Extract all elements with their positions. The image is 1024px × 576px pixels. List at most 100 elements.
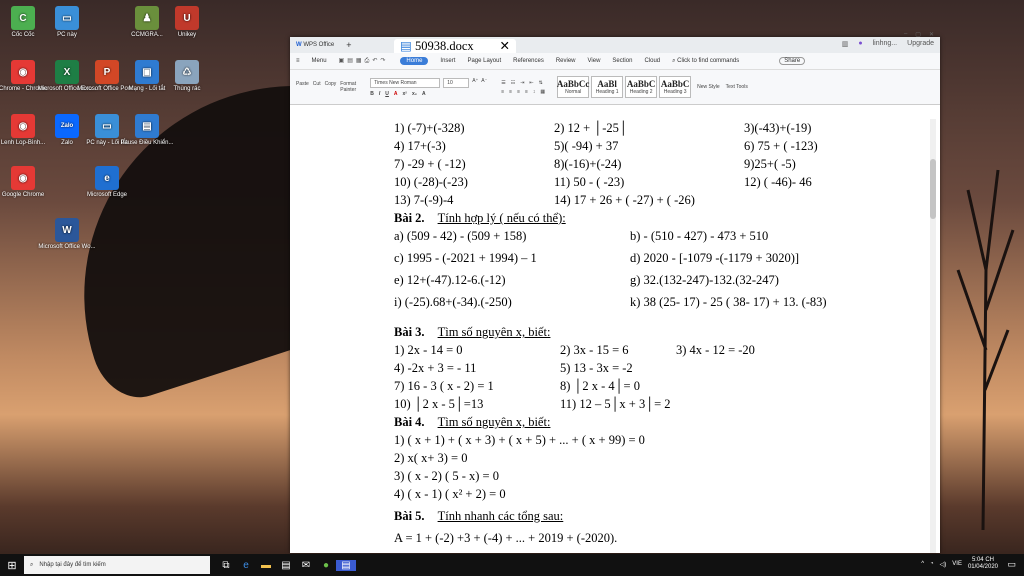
- doc-line[interactable]: 7) 16 - 3 ( x - 2) = 1 8) │2 x - 4│= 0: [394, 377, 934, 395]
- edge-taskbar-icon[interactable]: e: [236, 560, 256, 571]
- task-view-icon[interactable]: ⧉: [216, 560, 236, 571]
- justify-icon[interactable]: ≡: [525, 89, 528, 95]
- format-painter-button[interactable]: Format Painter: [340, 81, 364, 93]
- underline-icon[interactable]: U: [385, 91, 389, 97]
- document-content[interactable]: 1) (-7)+(-328) 2) 12 + │-25│ 3)(-43)+(-19)…: [394, 119, 934, 547]
- doc-line[interactable]: 1) 2x - 14 = 0 2) 3x - 15 = 6 3) 4x - 12 =…: [394, 341, 934, 359]
- share-button[interactable]: Share: [779, 57, 806, 65]
- doc-line[interactable]: 13) 7-(-9)-4 14) 17 + 26 + ( -27) + ( -26…: [394, 191, 934, 209]
- layout-icon[interactable]: ▥: [842, 40, 849, 48]
- vertical-scrollbar[interactable]: [930, 119, 936, 553]
- document-page[interactable]: 1) (-7)+(-328) 2) 12 + │-25│ 3)(-43)+(-19)…: [290, 119, 936, 553]
- subscript-icon[interactable]: x₂: [412, 91, 417, 97]
- text-tools-button[interactable]: Text Tools: [726, 84, 748, 90]
- italic-icon[interactable]: I: [379, 91, 380, 97]
- tab-references[interactable]: References: [513, 58, 544, 64]
- doc-line[interactable]: e) 12+(-47).12-6.(-12) g) 32.(132-247)-13…: [394, 271, 934, 289]
- tab-section[interactable]: Section: [612, 58, 632, 64]
- document-area[interactable]: 1) (-7)+(-328) 2) 12 + │-25│ 3)(-43)+(-19)…: [290, 119, 936, 553]
- doc-line[interactable]: a) (509 - 42) - (509 + 158) b) - (510 - 4…: [394, 227, 934, 245]
- coccoc-taskbar-icon[interactable]: ●: [316, 560, 336, 571]
- close-window-icon[interactable]: ✕: [929, 31, 934, 38]
- style-heading-3[interactable]: AaBbC Heading 3: [659, 76, 692, 98]
- maximize-icon[interactable]: ▢: [915, 31, 921, 38]
- indent-icon[interactable]: ⇥: [520, 80, 524, 86]
- doc-line[interactable]: 10) (-28)-(-23) 11) 50 - ( -23) 12) ( -46)…: [394, 173, 934, 191]
- sort-icon[interactable]: ⇅: [539, 80, 543, 86]
- font-size-select[interactable]: 10: [443, 77, 470, 88]
- exercise-heading[interactable]: Bài 4. Tìm số nguyên x, biết:: [394, 413, 934, 431]
- clock[interactable]: 5:04 CH 01/04/2020: [968, 557, 998, 571]
- doc-line[interactable]: 4) 17+(-3) 5)( -94) + 37 6) 75 + ( -123): [394, 137, 934, 155]
- align-center-icon[interactable]: ≡: [509, 89, 512, 95]
- doc-line[interactable]: 2) x( x+ 3) = 0: [394, 449, 934, 467]
- style-heading-1[interactable]: AaBl Heading 1: [591, 76, 624, 98]
- desktop-icon[interactable]: W Microsoft Office Wo...: [36, 218, 98, 251]
- file-explorer-icon[interactable]: ▬: [256, 560, 276, 571]
- line-spacing-icon[interactable]: ↕: [533, 89, 536, 95]
- exercise-heading[interactable]: Bài 3. Tìm số nguyên x, biết:: [394, 323, 934, 341]
- outdent-icon[interactable]: ⇤: [529, 80, 533, 86]
- tab-cloud[interactable]: Cloud: [644, 58, 660, 64]
- command-search[interactable]: ⌕ Click to find commands: [672, 58, 739, 65]
- doc-tab[interactable]: ▤ 50938.docx ✕: [394, 39, 516, 53]
- doc-line[interactable]: 4) -2x + 3 = - 11 5) 13 - 3x = -2: [394, 359, 934, 377]
- doc-line[interactable]: 1) ( x + 1) + ( x + 3) + ( x + 5) + ... …: [394, 431, 934, 449]
- doc-line[interactable]: 7) -29 + ( -12) 8)(-16)+(-24) 9)25+( -5): [394, 155, 934, 173]
- exercise-heading[interactable]: Bài 5. Tính nhanh các tổng sau:: [394, 507, 934, 525]
- menu-item-menu[interactable]: Menu: [312, 58, 327, 64]
- bold-icon[interactable]: B: [370, 91, 374, 97]
- doc-line[interactable]: i) (-25).68+(-34).(-250) k) 38 (25- 17) -…: [394, 293, 934, 311]
- menu-hamburger-icon[interactable]: ≡: [296, 58, 300, 64]
- doc-line[interactable]: 3) ( x - 2) ( 5 - x) = 0: [394, 467, 934, 485]
- volume-icon[interactable]: ◁): [940, 561, 947, 568]
- style-heading-2[interactable]: AaBbC Heading 2: [625, 76, 658, 98]
- user-name[interactable]: linhng...: [873, 40, 898, 48]
- desktop-icon[interactable]: ▤ Pause Điều Khiển...: [116, 114, 178, 147]
- grow-font-icon[interactable]: A⁺: [472, 78, 478, 88]
- superscript-icon[interactable]: x²: [403, 91, 407, 97]
- minimize-icon[interactable]: –: [904, 31, 907, 38]
- language-indicator[interactable]: VIE: [952, 561, 962, 567]
- shrink-font-icon[interactable]: A⁻: [481, 78, 487, 88]
- font-color-icon[interactable]: A: [394, 91, 398, 97]
- tab-review[interactable]: Review: [556, 58, 576, 64]
- start-button[interactable]: ⊞: [0, 559, 24, 572]
- store-icon[interactable]: ▤: [276, 560, 296, 571]
- wps-window[interactable]: W WPS Office ▤ 50938.docx ✕ + ▥ ● linhng…: [290, 31, 940, 553]
- doc-line[interactable]: A = 1 + (-2) +3 + (-4) + ... + 2019 + (-…: [394, 529, 934, 547]
- user-avatar[interactable]: ●: [858, 40, 862, 48]
- new-style-button[interactable]: New Style: [697, 84, 720, 90]
- doc-line[interactable]: 10) │2 x - 5│=13 11) 12 – 5│x + 3│= 2: [394, 395, 934, 413]
- new-tab-icon[interactable]: +: [346, 40, 351, 50]
- upgrade-link[interactable]: Upgrade: [907, 40, 934, 48]
- style-normal[interactable]: AaBbCc Normal: [557, 76, 589, 98]
- numbering-icon[interactable]: ☷: [511, 80, 515, 86]
- desktop-icon[interactable]: U Unikey: [156, 6, 218, 39]
- tab-view[interactable]: View: [588, 58, 601, 64]
- scroll-thumb[interactable]: [930, 159, 936, 219]
- wps-taskbar-icon[interactable]: ▤: [336, 559, 356, 571]
- tab-home[interactable]: Home: [400, 57, 429, 65]
- desktop-icon[interactable]: ◉ Google Chrome: [0, 166, 54, 199]
- tray-chevron-icon[interactable]: ^: [921, 561, 924, 567]
- tab-page-layout[interactable]: Page Layout: [467, 58, 501, 64]
- notification-icon[interactable]: ▭: [1007, 559, 1016, 570]
- highlight-icon[interactable]: A: [422, 91, 426, 97]
- network-icon[interactable]: ◔: [930, 561, 934, 567]
- align-right-icon[interactable]: ≡: [517, 89, 520, 95]
- align-left-icon[interactable]: ≡: [501, 89, 504, 95]
- desktop-icon[interactable]: ♺ Thùng rác: [156, 60, 218, 93]
- taskbar-search[interactable]: ⌕ Nhập tại đây để tìm kiếm: [24, 556, 210, 574]
- tab-insert[interactable]: Insert: [440, 58, 455, 64]
- doc-line[interactable]: 4) ( x - 1) ( x² + 2) = 0: [394, 485, 934, 503]
- paste-button[interactable]: Paste: [296, 81, 309, 93]
- close-tab-icon[interactable]: ✕: [500, 37, 510, 55]
- font-name-select[interactable]: Times New Roman: [370, 77, 441, 88]
- desktop-icon[interactable]: ▭ PC này: [36, 6, 98, 39]
- cut-button[interactable]: Cut: [313, 81, 321, 93]
- borders-icon[interactable]: ▦: [540, 89, 545, 95]
- exercise-heading[interactable]: Bài 2. Tính hợp lý ( nếu có thể):: [394, 209, 934, 227]
- copy-button[interactable]: Copy: [325, 81, 337, 93]
- bullets-icon[interactable]: ☰: [501, 80, 505, 86]
